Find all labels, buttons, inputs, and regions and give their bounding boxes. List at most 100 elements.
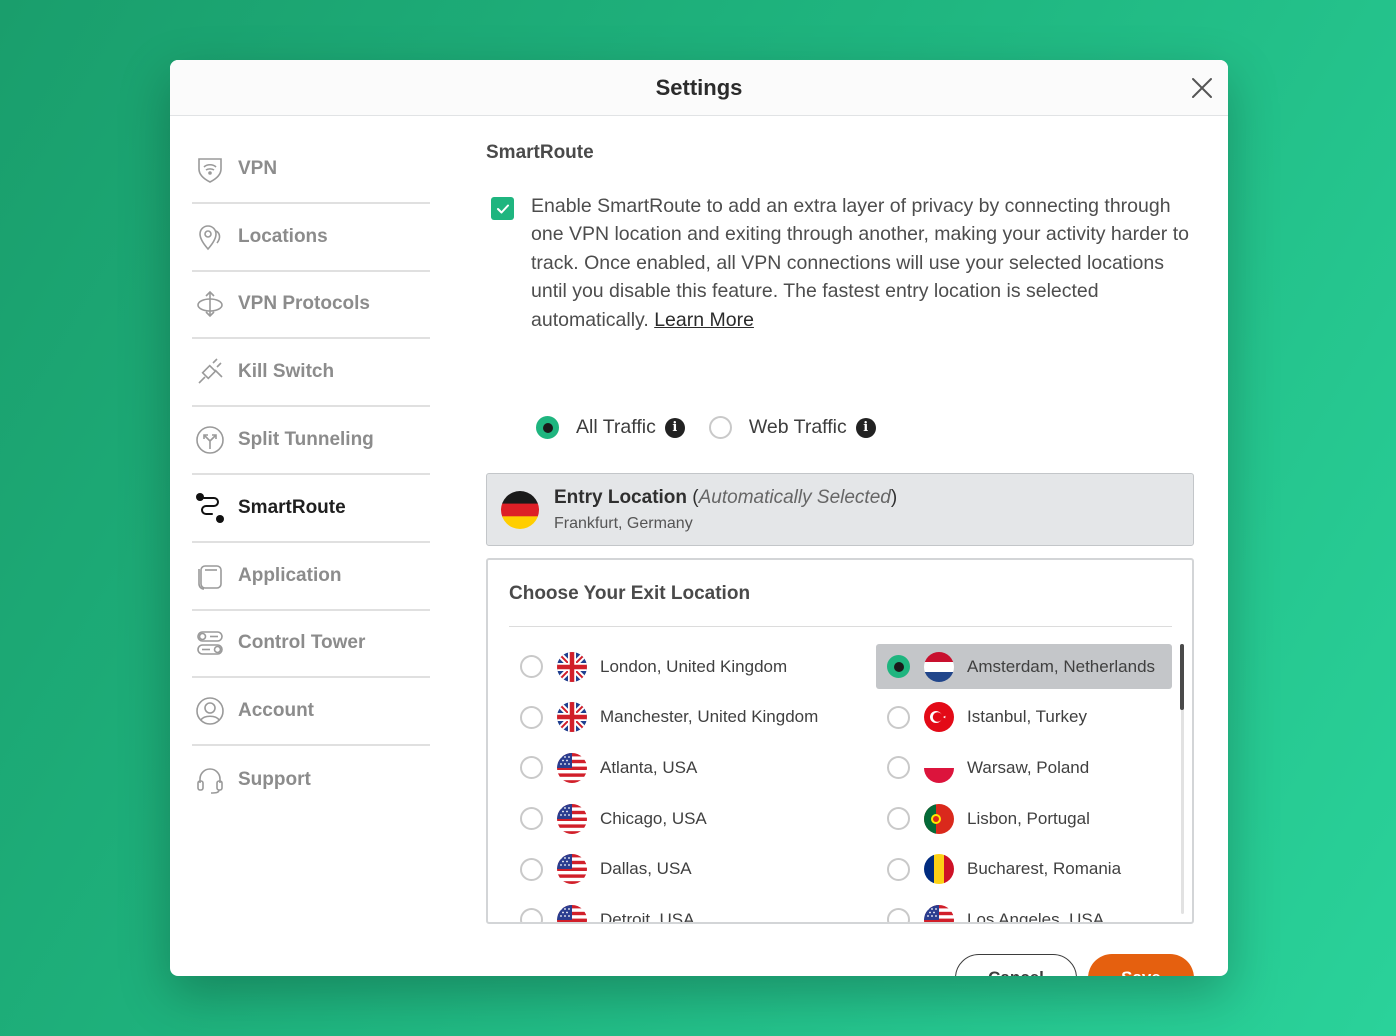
sidebar-item-application[interactable]: Application xyxy=(192,543,430,611)
exit-location-radio[interactable] xyxy=(887,756,910,780)
entry-location-title: Entry Location (Automatically Selected) xyxy=(554,486,898,508)
exit-location-radio[interactable] xyxy=(887,908,910,922)
exit-location-radio[interactable] xyxy=(520,908,543,922)
sidebar-item-vpn-protocols[interactable]: VPN Protocols xyxy=(192,272,430,340)
sidebar-item-locations[interactable]: Locations xyxy=(192,204,430,272)
germany-flag-icon xyxy=(501,490,539,529)
exit-location-option[interactable]: Dallas, USA xyxy=(509,847,805,892)
exit-location-radio[interactable] xyxy=(887,655,910,678)
sidebar-item-support[interactable]: Support xyxy=(192,746,430,814)
entry-location-name: Frankfurt, Germany xyxy=(554,514,693,532)
sidebar-item-vpn[interactable]: VPN xyxy=(192,136,430,204)
exit-location-label: Atlanta, USA xyxy=(600,757,698,777)
save-button[interactable]: Save xyxy=(1088,954,1194,976)
exit-column-right: Amsterdam, Netherlands Istanbul, Turkey Wa… xyxy=(876,644,1172,924)
exit-location-option[interactable]: Bucharest, Romania xyxy=(876,847,1172,892)
sidebar-item-label: Locations xyxy=(238,225,328,247)
section-title: SmartRoute xyxy=(486,142,594,163)
web-traffic-label: Web Traffic xyxy=(748,416,847,438)
exit-location-label: Detroit, USA xyxy=(600,909,695,924)
sidebar-item-label: Account xyxy=(238,700,314,722)
split-arrows-icon xyxy=(193,423,227,457)
exit-location-label: London, United Kingdom xyxy=(600,656,788,676)
exit-location-option[interactable]: Amsterdam, Netherlands xyxy=(876,644,1172,689)
close-button[interactable] xyxy=(1188,74,1216,102)
usa-flag-icon xyxy=(557,904,587,922)
exit-location-radio[interactable] xyxy=(887,705,910,729)
description-text: Enable SmartRoute to add an extra layer … xyxy=(531,195,1189,331)
sidebar-item-label: Split Tunneling xyxy=(238,429,374,451)
exit-location-radio[interactable] xyxy=(520,705,543,729)
sidebar-item-label: SmartRoute xyxy=(238,496,346,518)
usa-flag-icon xyxy=(557,854,587,885)
exit-location-label: Chicago, USA xyxy=(600,808,707,828)
enable-smartroute-checkbox[interactable] xyxy=(491,197,514,220)
sidebar-item-label: Control Tower xyxy=(238,632,366,654)
learn-more-link[interactable]: Learn More xyxy=(654,309,754,331)
exit-location-label: Istanbul, Turkey xyxy=(967,707,1088,727)
enable-smartroute-row: Enable SmartRoute to add an extra layer … xyxy=(491,192,1201,334)
exit-location-option[interactable]: Lisbon, Portugal xyxy=(876,796,1172,841)
usa-flag-icon xyxy=(557,752,587,783)
sidebar-item-control-tower[interactable]: Control Tower xyxy=(192,611,430,679)
cancel-button[interactable]: Cancel xyxy=(955,954,1077,976)
user-circle-icon xyxy=(193,694,227,728)
all-traffic-label: All Traffic xyxy=(576,416,656,438)
exit-location-radio[interactable] xyxy=(887,807,910,831)
sidebar-item-label: Support xyxy=(238,769,311,791)
dialog-titlebar: Settings xyxy=(170,60,1228,116)
exit-location-label: Manchester, United Kingdom xyxy=(600,707,819,727)
application-icon xyxy=(193,559,227,593)
dialog-title: Settings xyxy=(655,74,743,100)
exit-location-label: Los Angeles, USA xyxy=(967,909,1105,924)
shield-wifi-icon xyxy=(193,152,227,186)
exit-list-scrollbar-thumb[interactable] xyxy=(1180,644,1184,710)
info-icon[interactable]: i xyxy=(664,417,685,438)
exit-location-label: Amsterdam, Netherlands xyxy=(967,656,1156,676)
exit-location-radio[interactable] xyxy=(520,655,543,678)
uk-flag-icon xyxy=(557,702,587,733)
exit-location-list: Choose Your Exit Location London, United… xyxy=(486,558,1194,924)
toggles-icon xyxy=(193,626,227,660)
exit-column-left: London, United Kingdom Manchester, United… xyxy=(509,644,818,924)
route-icon xyxy=(193,491,227,525)
exit-location-label: Dallas, USA xyxy=(600,859,692,879)
exit-location-option[interactable]: Los Angeles, USA xyxy=(876,897,1172,924)
exit-location-radio[interactable] xyxy=(520,857,543,881)
sidebar-item-label: Application xyxy=(238,564,342,586)
usa-flag-icon xyxy=(557,803,587,834)
plug-disconnect-icon xyxy=(193,355,227,389)
uk-flag-icon xyxy=(557,651,587,682)
sidebar-item-label: VPN xyxy=(238,157,278,179)
sidebar-item-kill-switch[interactable]: Kill Switch xyxy=(192,339,430,408)
sidebar-item-label: Kill Switch xyxy=(238,361,335,383)
exit-location-radio[interactable] xyxy=(520,756,543,780)
traffic-mode-group: All Traffic i Web Traffic i xyxy=(536,416,876,439)
web-traffic-radio[interactable] xyxy=(708,416,732,439)
exit-location-option[interactable]: Warsaw, Poland xyxy=(876,745,1172,790)
exit-location-option[interactable]: Detroit, USA xyxy=(509,897,805,924)
exit-location-option[interactable]: Chicago, USA xyxy=(509,796,805,841)
exit-location-label: Bucharest, Romania xyxy=(967,859,1122,879)
sidebar-item-split-tunneling[interactable]: Split Tunneling xyxy=(192,407,430,475)
close-icon xyxy=(1192,78,1212,98)
all-traffic-radio[interactable] xyxy=(536,416,559,439)
entry-location-card: Entry Location (Automatically Selected) … xyxy=(486,473,1194,546)
exit-location-title: Choose Your Exit Location xyxy=(509,583,751,604)
usa-flag-icon xyxy=(924,904,954,922)
exit-location-radio[interactable] xyxy=(887,857,910,881)
sidebar-item-smartroute[interactable]: SmartRoute xyxy=(192,475,430,543)
protocols-icon xyxy=(193,287,227,321)
exit-location-option[interactable]: Manchester, United Kingdom xyxy=(509,695,818,740)
sidebar-item-label: VPN Protocols xyxy=(238,293,370,315)
sidebar-item-account[interactable]: Account xyxy=(192,678,430,747)
info-icon[interactable]: i xyxy=(855,417,876,438)
exit-location-option[interactable]: Istanbul, Turkey xyxy=(876,695,1172,740)
exit-location-option[interactable]: Atlanta, USA xyxy=(509,745,805,790)
exit-location-label: Lisbon, Portugal xyxy=(967,808,1090,828)
location-pin-icon xyxy=(193,220,227,254)
exit-location-option[interactable]: London, United Kingdom xyxy=(509,644,805,689)
enable-description: Enable SmartRoute to add an extra layer … xyxy=(531,192,1201,334)
turkey-flag-icon xyxy=(924,702,954,733)
exit-location-radio[interactable] xyxy=(520,807,543,831)
